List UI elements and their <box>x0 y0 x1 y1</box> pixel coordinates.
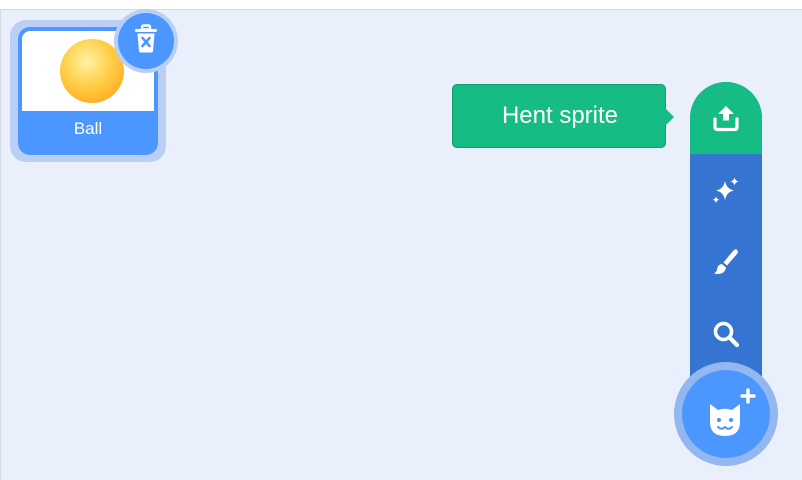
sparkle-icon <box>712 177 739 204</box>
surprise-sprite-button[interactable] <box>690 154 762 226</box>
choose-sprite-button[interactable] <box>690 298 762 370</box>
tooltip-arrow <box>665 108 674 126</box>
trash-icon <box>135 24 157 53</box>
left-border <box>0 9 1 480</box>
add-sprite-button[interactable] <box>682 370 770 458</box>
upload-sprite-tooltip: Hent sprite <box>452 84 666 148</box>
paint-sprite-button[interactable] <box>690 226 762 298</box>
delete-sprite-button[interactable] <box>118 13 174 69</box>
sprite-name-label: Ball <box>73 119 103 138</box>
tooltip-text: Hent sprite <box>501 102 619 129</box>
search-icon <box>713 321 740 348</box>
paintbrush-icon <box>714 249 738 275</box>
upload-sprite-button[interactable] <box>690 82 762 154</box>
cat-plus-icon <box>710 388 756 436</box>
top-border <box>0 0 802 10</box>
upload-icon <box>713 106 739 132</box>
